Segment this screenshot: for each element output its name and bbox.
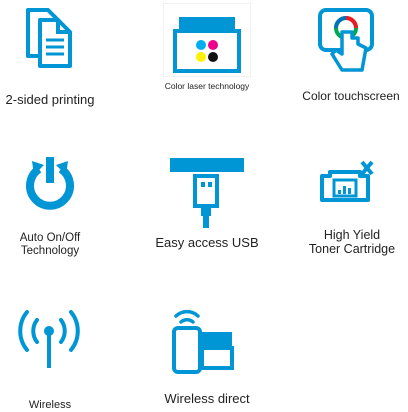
usb-icon [170,158,244,228]
feature-label-line1: High Yield [323,228,381,242]
feature-label-line2: Technology [20,245,80,258]
feature-label: Auto On/Off Technology [0,232,100,258]
feature-label: 2-sided printing [5,92,95,107]
feature-label: Wireless direct [164,391,250,406]
wireless-direct-icon [172,309,234,374]
touchscreen-icon [318,8,374,72]
feature-label-line1: Auto On/Off [19,232,81,244]
feature-label: High Yield Toner Cartridge [296,228,408,257]
feature-label-line2: Toner Cartridge [308,242,396,257]
wireless-antenna-icon [18,310,80,368]
feature-label: Easy access USB [155,235,259,250]
duplex-document-icon [26,8,72,68]
feature-label: Color touchscreen [302,89,400,103]
toner-cartridge-icon [320,160,374,202]
feature-label: Color laser technology [164,81,250,91]
power-icon [26,157,74,210]
color-laser-printer-icon [163,3,251,77]
